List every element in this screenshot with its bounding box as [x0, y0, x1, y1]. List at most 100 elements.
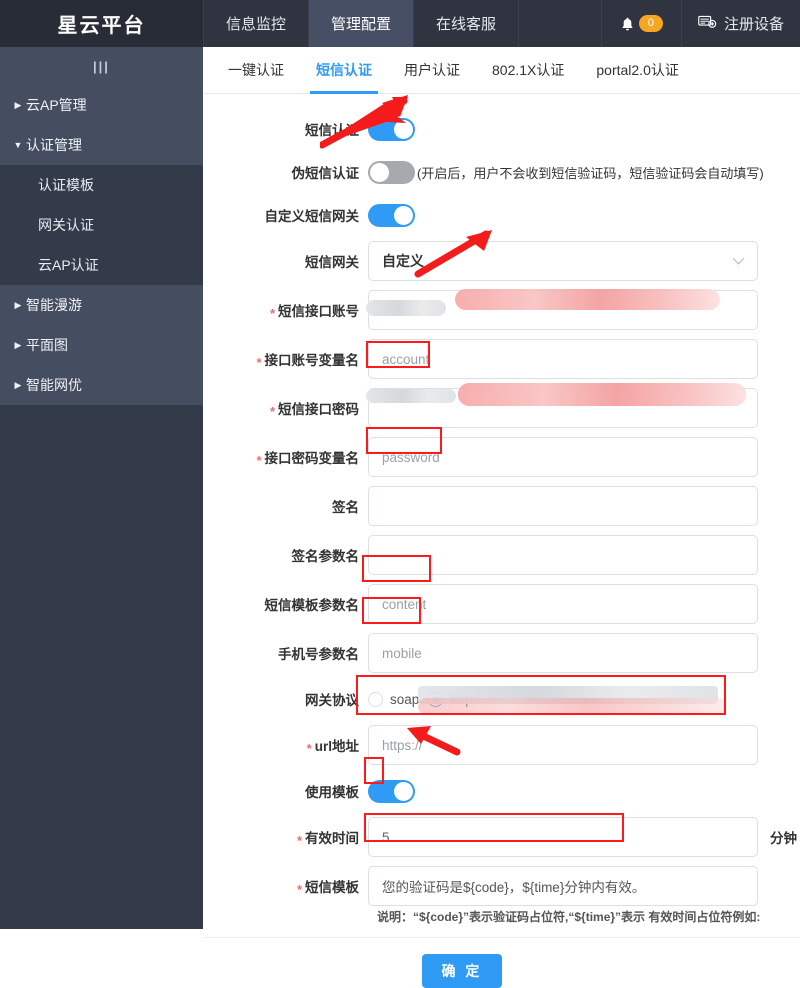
field-use-template	[368, 780, 800, 803]
form-row-template-param: 短信模板参数名	[204, 584, 800, 624]
input-password-var-name[interactable]	[368, 437, 758, 477]
form-row-sms-auth: 短信认证	[204, 112, 800, 146]
radio-dot	[368, 692, 383, 707]
input-signature-param[interactable]	[368, 535, 758, 575]
input-account-var-name[interactable]	[368, 339, 758, 379]
form-row-sms-api-password: 短信接口密码	[204, 388, 800, 428]
field-password-var-name	[368, 437, 800, 477]
sidebar-item-network-optimization[interactable]: ▶ 智能网优	[0, 365, 203, 405]
sidebar-item-label: 认证管理	[26, 135, 82, 155]
label-sms-gateway: 短信网关	[204, 251, 368, 271]
tab-sms-auth[interactable]: 短信认证	[300, 60, 388, 93]
bell-icon	[620, 16, 635, 32]
sidebar-item-smart-roaming[interactable]: ▶ 智能漫游	[0, 285, 203, 325]
form-footer: 确 定	[204, 937, 800, 988]
label-password-var-name: 接口密码变量名	[204, 447, 368, 467]
toggle-custom-gateway[interactable]	[368, 204, 415, 227]
hint-fake-sms-auth: (开启后，用户不会收到短信验证码，短信验证码会自动填写)	[417, 163, 764, 182]
input-url-address[interactable]	[368, 725, 758, 765]
top-nav-spacer	[519, 0, 601, 47]
field-url-address	[368, 725, 800, 765]
tab-portal20-auth[interactable]: portal2.0认证	[580, 60, 694, 93]
input-sms-template[interactable]	[368, 866, 758, 906]
top-nav: 信息监控 管理配置 在线客服 0 注册设备	[203, 0, 800, 47]
field-signature-param	[368, 535, 800, 575]
label-custom-gateway: 自定义短信网关	[204, 205, 368, 225]
sms-template-note: 说明：“${code}”表示验证码占位符,“${time}”表示 有效时间占位符…	[377, 908, 800, 925]
app-brand: 星云平台	[0, 0, 203, 47]
register-device-icon	[698, 14, 717, 34]
form-row-signature: 签名	[204, 486, 800, 526]
submit-button[interactable]: 确 定	[422, 954, 502, 988]
form-row-fake-sms-auth: 伪短信认证 (开启后，用户不会收到短信验证码，短信验证码会自动填写)	[204, 155, 800, 189]
field-template-param	[368, 584, 800, 624]
sidebar-item-floor-plan[interactable]: ▶ 平面图	[0, 325, 203, 365]
form-row-url-address: url地址	[204, 725, 800, 765]
field-sms-template	[368, 866, 800, 906]
unit-valid-time: 分钟	[770, 827, 797, 847]
form-row-signature-param: 签名参数名	[204, 535, 800, 575]
tab-8021x-auth[interactable]: 802.1X认证	[476, 60, 580, 93]
top-nav-item-support[interactable]: 在线客服	[414, 0, 519, 47]
label-sms-template: 短信模板	[204, 876, 368, 896]
radio-label: http	[450, 692, 473, 707]
chevron-right-icon: ▶	[10, 100, 26, 111]
input-signature[interactable]	[368, 486, 758, 526]
field-sms-auth	[368, 118, 800, 141]
radio-protocol-soap[interactable]: soap	[368, 692, 419, 707]
select-sms-gateway[interactable]: 自定义	[368, 241, 758, 281]
input-mobile-param[interactable]	[368, 633, 758, 673]
form-row-sms-gateway: 短信网关 自定义	[204, 241, 800, 281]
label-mobile-param: 手机号参数名	[204, 643, 368, 663]
toggle-sms-auth[interactable]	[368, 118, 415, 141]
form-row-password-var-name: 接口密码变量名	[204, 437, 800, 477]
sidebar-item-label: 智能漫游	[26, 295, 82, 315]
input-valid-time[interactable]	[368, 817, 758, 857]
sms-auth-form: 短信认证 伪短信认证 (开启后，用户不会收到短信验证码，短信验证码会自动填写) …	[204, 94, 800, 988]
field-fake-sms-auth: (开启后，用户不会收到短信验证码，短信验证码会自动填写)	[368, 161, 800, 184]
chevron-right-icon: ▶	[10, 380, 26, 391]
label-signature: 签名	[204, 496, 368, 516]
top-nav-item-management[interactable]: 管理配置	[309, 0, 414, 47]
chevron-right-icon: ▶	[10, 300, 26, 311]
form-row-custom-gateway: 自定义短信网关	[204, 198, 800, 232]
tab-user-auth[interactable]: 用户认证	[388, 60, 476, 93]
sidebar-subitem-auth-template[interactable]: 认证模板	[0, 165, 203, 205]
sidebar-menu: ▶ 云AP管理 ▼ 认证管理 认证模板 网关认证 云AP认证 ▶ 智能漫游 ▶ …	[0, 85, 203, 405]
tab-one-click-auth[interactable]: 一键认证	[212, 60, 300, 93]
toggle-use-template[interactable]	[368, 780, 415, 803]
radio-protocol-http[interactable]: http	[428, 692, 473, 707]
label-sms-api-password: 短信接口密码	[204, 398, 368, 418]
main-content: 一键认证 短信认证 用户认证 802.1X认证 portal2.0认证 短信认证…	[204, 47, 800, 929]
label-valid-time: 有效时间	[204, 827, 368, 847]
input-sms-api-password[interactable]	[368, 388, 758, 428]
chevron-down-icon	[732, 254, 745, 268]
register-device-button[interactable]: 注册设备	[682, 0, 800, 47]
sidebar-item-label: 平面图	[26, 335, 68, 355]
label-fake-sms-auth: 伪短信认证	[204, 162, 368, 182]
field-sms-gateway: 自定义	[368, 241, 800, 281]
field-gateway-protocol: soap http	[368, 692, 800, 707]
chevron-right-icon: ▶	[10, 340, 26, 351]
notifications-button[interactable]: 0	[601, 0, 682, 47]
sidebar-subitem-gateway-auth[interactable]: 网关认证	[0, 205, 203, 245]
top-nav-item-monitoring[interactable]: 信息监控	[203, 0, 309, 47]
toggle-fake-sms-auth[interactable]	[368, 161, 415, 184]
sidebar-item-label: 智能网优	[26, 375, 82, 395]
label-sms-auth: 短信认证	[204, 119, 368, 139]
top-bar: 星云平台 信息监控 管理配置 在线客服 0	[0, 0, 800, 47]
sidebar-item-label: 云AP管理	[26, 95, 87, 115]
field-sms-api-account	[368, 290, 800, 330]
input-sms-api-account[interactable]	[368, 290, 758, 330]
sidebar-item-ap-management[interactable]: ▶ 云AP管理	[0, 85, 203, 125]
sidebar-submenu-auth: 认证模板 网关认证 云AP认证	[0, 165, 203, 285]
sidebar-subitem-ap-auth[interactable]: 云AP认证	[0, 245, 203, 285]
field-mobile-param	[368, 633, 800, 673]
label-signature-param: 签名参数名	[204, 545, 368, 565]
toggle-knob	[394, 206, 413, 225]
radio-dot	[428, 692, 443, 707]
label-use-template: 使用模板	[204, 781, 368, 801]
input-template-param[interactable]	[368, 584, 758, 624]
sidebar-item-auth-management[interactable]: ▼ 认证管理	[0, 125, 203, 165]
sidebar-collapse-button[interactable]: |||	[0, 47, 203, 85]
